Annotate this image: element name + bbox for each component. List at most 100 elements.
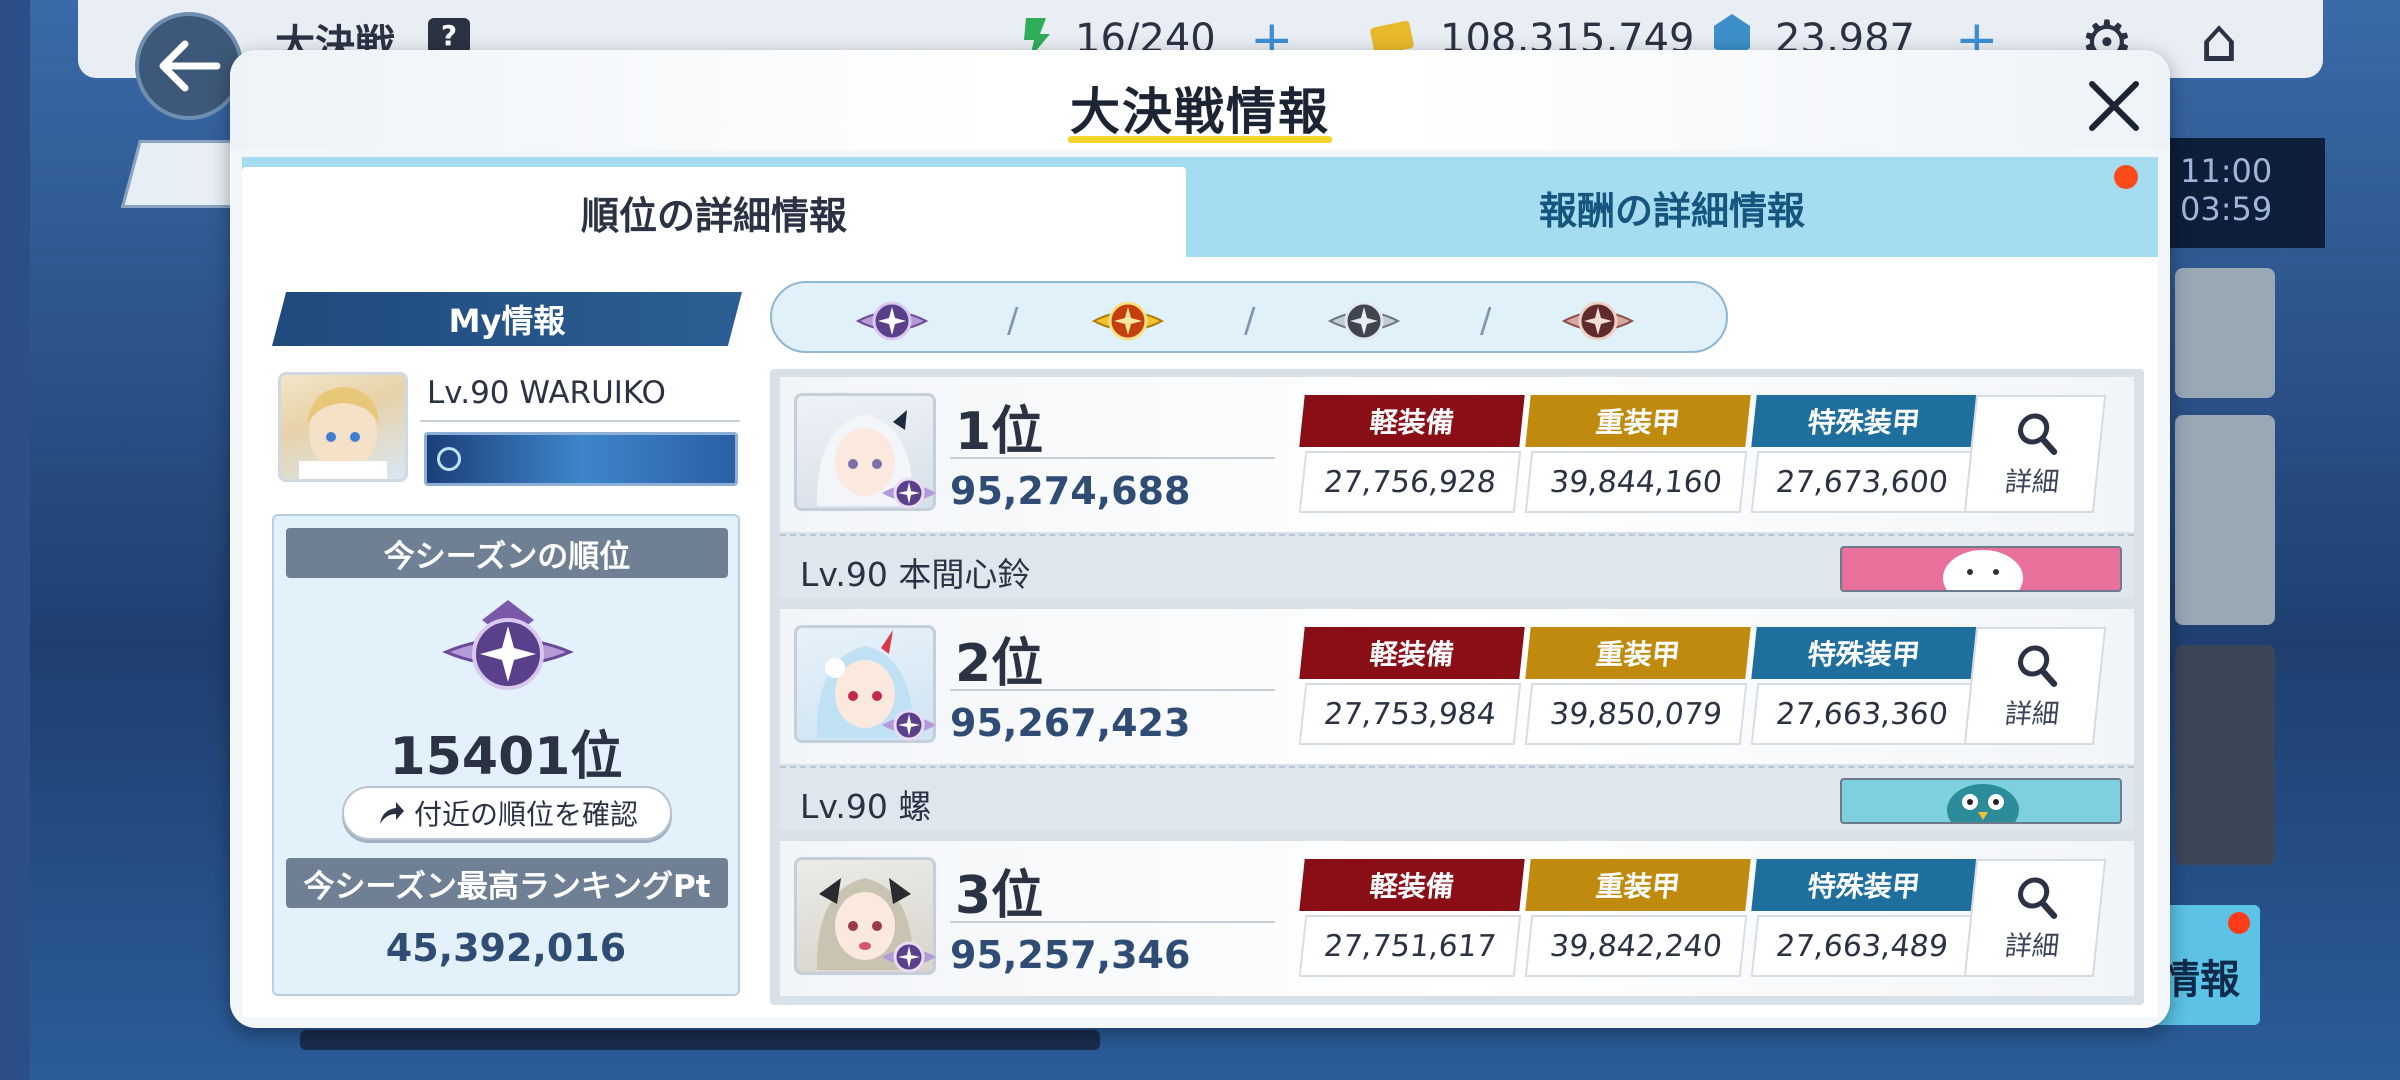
modal-title: 大決戦情報 <box>1070 83 1330 141</box>
special-armor-column: 特殊装甲 27,663,489 <box>1750 859 1977 979</box>
light-armor-value: 27,753,984 <box>1298 683 1522 745</box>
light-armor-label: 軽装備 <box>1299 395 1525 447</box>
ranking-row-player: Lv.90 本間心鈴 <box>780 534 2134 598</box>
banner-mascot-icon <box>1943 550 2023 590</box>
divider <box>950 457 1275 459</box>
rank-position: 3位 <box>955 866 1044 926</box>
banner-mascot-icon <box>1947 784 2019 822</box>
magnifier-icon <box>2018 877 2058 919</box>
filter-separator: / <box>1007 301 1019 341</box>
special-armor-label: 特殊装甲 <box>1751 395 1977 447</box>
side-card-3 <box>2175 645 2275 865</box>
rank-position: 2位 <box>955 634 1044 694</box>
heavy-armor-label: 重装甲 <box>1525 859 1751 911</box>
divider <box>420 420 740 422</box>
light-armor-column: 軽装備 27,756,928 <box>1298 395 1525 515</box>
season-rank-panel: 今シーズンの順位 15401位 付近の順位を確認 今シーズン最高ランキングPt … <box>272 514 740 996</box>
player-banner[interactable] <box>1840 778 2122 824</box>
home-icon[interactable]: ⌂ <box>2200 6 2238 76</box>
player-banner[interactable] <box>1840 546 2122 592</box>
my-profile-banner[interactable] <box>424 432 738 486</box>
my-player-name: Lv.90 WARUIKO <box>427 375 666 411</box>
help-button[interactable]: ? <box>428 18 470 54</box>
bronze-emblem-icon[interactable] <box>1558 289 1638 349</box>
info-notification-dot <box>2228 912 2250 934</box>
tab-bar: 順位の詳細情報 報酬の詳細情報 <box>242 157 2158 257</box>
purple-rank-emblem-icon <box>442 600 574 690</box>
heavy-armor-column: 重装甲 39,844,160 <box>1524 395 1751 515</box>
rank-score: 95,267,423 <box>950 701 1191 745</box>
heavy-armor-label: 重装甲 <box>1525 395 1751 447</box>
close-icon <box>2089 81 2139 131</box>
magnifier-icon <box>2018 645 2058 687</box>
gold-emblem-icon[interactable] <box>1088 289 1168 349</box>
heavy-armor-column: 重装甲 39,842,240 <box>1524 859 1751 979</box>
divider <box>950 921 1275 923</box>
silver-emblem-icon[interactable] <box>1324 289 1404 349</box>
light-armor-value: 27,756,928 <box>1298 451 1522 513</box>
rank-score: 95,257,346 <box>950 933 1191 977</box>
title-underline <box>1068 136 1332 143</box>
light-armor-value: 27,751,617 <box>1298 915 1522 977</box>
special-armor-label: 特殊装甲 <box>1751 859 1977 911</box>
my-avatar[interactable] <box>278 372 408 482</box>
light-armor-label: 軽装備 <box>1299 627 1525 679</box>
season-rank-title: 今シーズンの順位 <box>286 528 728 578</box>
reward-notification-dot <box>2114 165 2138 189</box>
best-ranking-value: 45,392,016 <box>385 926 627 970</box>
ranking-row[interactable]: 3位 95,257,346 軽装備 27,751,617 重装甲 39,842,… <box>780 841 2134 1005</box>
purple-emblem-icon[interactable] <box>852 289 932 349</box>
special-armor-column: 特殊装甲 27,673,600 <box>1750 395 1977 515</box>
filter-separator: / <box>1480 301 1492 341</box>
light-armor-column: 軽装備 27,753,984 <box>1298 627 1525 747</box>
timer-line-1: 11:00 <box>2180 152 2273 190</box>
detail-label: 詳細 <box>2003 466 2061 498</box>
player-name: Lv.90 螺 <box>800 787 932 826</box>
purple-tier-badge-icon <box>882 477 936 509</box>
tab-rank-details[interactable]: 順位の詳細情報 <box>242 167 1186 257</box>
special-armor-value: 27,673,600 <box>1750 451 1974 513</box>
my-info-header: My情報 <box>272 292 742 346</box>
player-name: Lv.90 本間心鈴 <box>800 555 1031 594</box>
bottom-bar <box>300 1030 1100 1050</box>
tab-content: My情報 Lv.90 WARUIKO 今シーズンの順位 15401位 付近の順位… <box>242 257 2158 1017</box>
close-button[interactable] <box>2082 74 2146 138</box>
check-nearby-rank-button[interactable]: 付近の順位を確認 <box>342 786 672 840</box>
ranking-row[interactable]: 2位 95,267,423 軽装備 27,753,984 重装甲 39,850,… <box>780 609 2134 834</box>
heavy-armor-value: 39,842,240 <box>1524 915 1748 977</box>
detail-label: 詳細 <box>2003 930 2061 962</box>
heavy-armor-column: 重装甲 39,850,079 <box>1524 627 1751 747</box>
heavy-armor-value: 39,850,079 <box>1524 683 1748 745</box>
banner-badge-icon <box>437 447 461 471</box>
side-card-2 <box>2175 415 2275 625</box>
ranking-row[interactable]: 1位 95,274,688 軽装備 27,756,928 重装甲 39,844,… <box>780 377 2134 602</box>
modal-header: 大決戦情報 <box>230 50 2170 150</box>
season-rank-value: 15401位 <box>389 727 623 787</box>
rank-position: 1位 <box>955 402 1044 462</box>
ranking-row-player: Lv.90 螺 <box>780 766 2134 830</box>
background-left-strip <box>0 0 30 1080</box>
detail-button[interactable]: 詳細 <box>1963 859 2107 977</box>
ranking-row-main: 1位 95,274,688 軽装備 27,756,928 重装甲 39,844,… <box>780 377 2134 532</box>
back-button[interactable] <box>135 12 243 120</box>
tab-reward-details[interactable]: 報酬の詳細情報 <box>1186 157 2158 257</box>
heavy-armor-label: 重装甲 <box>1525 627 1751 679</box>
detail-button[interactable]: 詳細 <box>1963 627 2107 745</box>
magnifier-icon <box>2018 413 2058 455</box>
ranking-list[interactable]: 1位 95,274,688 軽装備 27,756,928 重装甲 39,844,… <box>770 369 2144 1005</box>
detail-button[interactable]: 詳細 <box>1963 395 2107 513</box>
avatar-portrait <box>299 387 387 479</box>
event-timer: 11:00 03:59 <box>2170 138 2325 248</box>
light-armor-label: 軽装備 <box>1299 859 1525 911</box>
special-armor-value: 27,663,360 <box>1750 683 1974 745</box>
ranking-row-main: 3位 95,257,346 軽装備 27,751,617 重装甲 39,842,… <box>780 841 2134 996</box>
special-armor-column: 特殊装甲 27,663,360 <box>1750 627 1977 747</box>
special-armor-label: 特殊装甲 <box>1751 627 1977 679</box>
back-arrow-icon <box>159 40 221 92</box>
purple-tier-badge-icon <box>882 941 936 973</box>
rank-score: 95,274,688 <box>950 469 1191 513</box>
divider <box>950 689 1275 691</box>
purple-tier-badge-icon <box>882 709 936 741</box>
nearby-button-label: 付近の順位を確認 <box>413 798 638 831</box>
ranking-row-main: 2位 95,267,423 軽装備 27,753,984 重装甲 39,850,… <box>780 609 2134 764</box>
